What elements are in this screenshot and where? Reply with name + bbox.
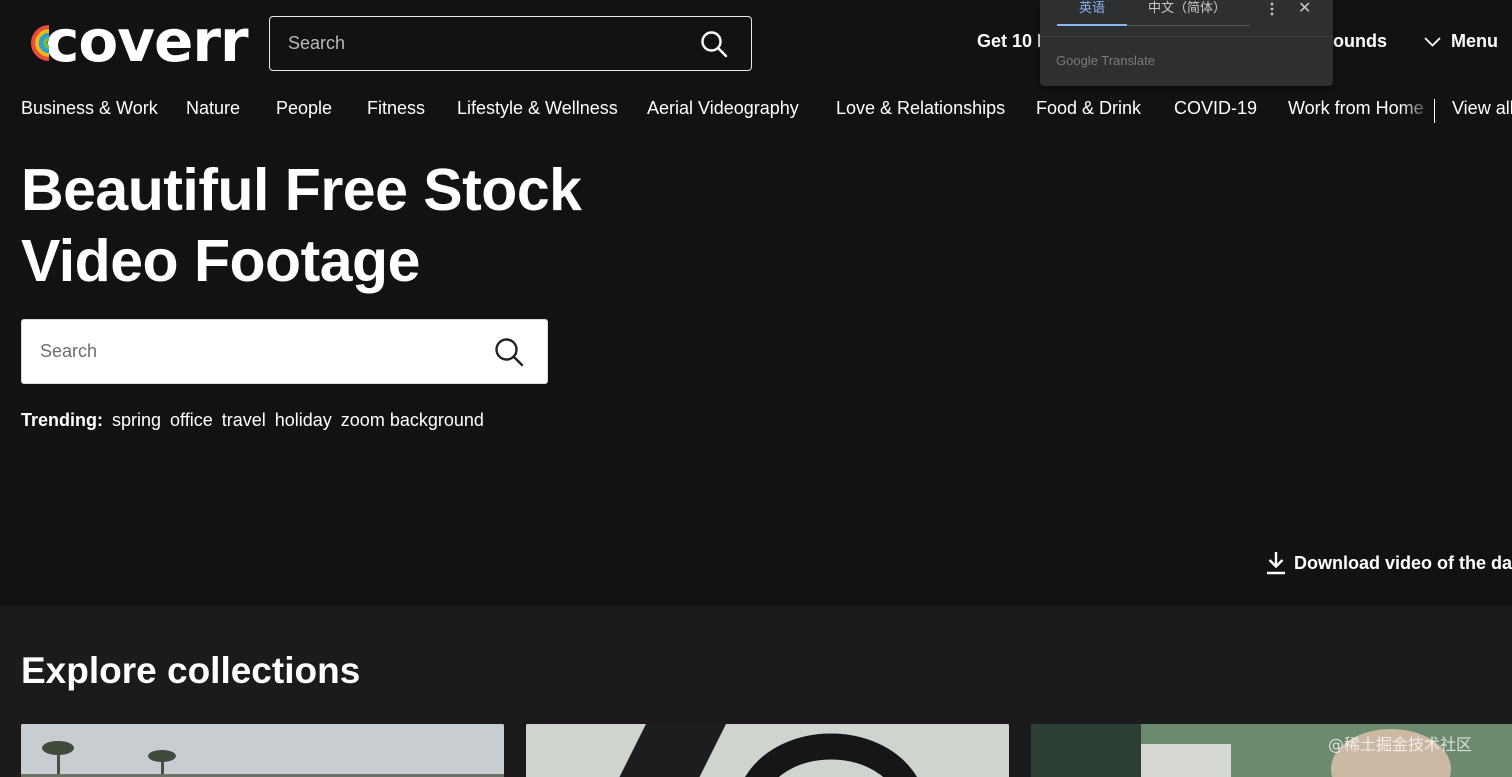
logo-text: coverr xyxy=(45,7,249,75)
header-search-box xyxy=(269,16,752,71)
close-icon[interactable]: ✕ xyxy=(1298,0,1311,18)
collection-card[interactable] xyxy=(21,724,504,777)
google-translate-popup: 英语 中文（简体） ✕ Google Translate xyxy=(1040,0,1333,86)
category-nav: Business & Work Nature People Fitness Li… xyxy=(0,96,1512,124)
hero-title: Beautiful Free Stock Video Footage xyxy=(21,155,621,297)
nav-item-aerial-videography[interactable]: Aerial Videography xyxy=(647,98,799,119)
nav-item-lifestyle-wellness[interactable]: Lifestyle & Wellness xyxy=(457,98,618,119)
nav-item-people[interactable]: People xyxy=(276,98,332,119)
chevron-down-icon xyxy=(1424,36,1441,47)
translate-brand: Google Translate xyxy=(1056,53,1156,68)
watermark: @稀土掘金技术社区 xyxy=(1328,735,1473,754)
download-label: Download video of the day xyxy=(1294,552,1512,573)
trending-tag-zoom-background[interactable]: zoom background xyxy=(341,410,484,431)
logo-stripes-icon xyxy=(21,21,50,61)
menu-button[interactable]: Menu xyxy=(1424,31,1498,52)
nav-item-fitness[interactable]: Fitness xyxy=(367,98,425,119)
search-icon[interactable] xyxy=(699,29,729,59)
trending-label: Trending: xyxy=(21,410,103,430)
translate-tab-divider xyxy=(1127,25,1250,26)
collection-thumbnail-palms xyxy=(21,724,504,777)
trending-tag-travel[interactable]: travel xyxy=(222,410,266,431)
nav-divider xyxy=(1434,99,1435,123)
collections-title: Explore collections xyxy=(21,650,361,691)
trending-tag-office[interactable]: office xyxy=(170,410,213,431)
nav-item-nature[interactable]: Nature xyxy=(186,98,240,119)
translate-tab-source[interactable]: 英语 xyxy=(1057,0,1127,26)
nav-view-all[interactable]: View all xyxy=(1452,98,1512,119)
header-search-input[interactable] xyxy=(288,17,688,70)
coverr-logo[interactable]: coverr xyxy=(21,7,249,75)
more-vert-icon[interactable] xyxy=(1265,0,1279,18)
download-icon xyxy=(1267,552,1285,575)
collection-thumbnail-steering xyxy=(526,724,1009,777)
collection-card[interactable] xyxy=(526,724,1009,777)
trending-tag-holiday[interactable]: holiday xyxy=(275,410,332,431)
hero-title-line2: Video Footage xyxy=(21,228,420,294)
header-link-partial-right[interactable]: ounds xyxy=(1333,31,1387,52)
nav-fade xyxy=(1400,96,1434,124)
search-icon[interactable] xyxy=(493,336,525,368)
hero-title-line1: Beautiful Free Stock xyxy=(21,157,582,223)
nav-item-covid-19[interactable]: COVID-19 xyxy=(1174,98,1257,119)
translate-tab-target[interactable]: 中文（简体） xyxy=(1148,0,1226,26)
download-video-of-the-day[interactable]: Download video of the day xyxy=(1266,551,1512,575)
translate-separator xyxy=(1040,36,1333,37)
nav-item-food-drink[interactable]: Food & Drink xyxy=(1036,98,1141,119)
nav-item-love-relationships[interactable]: Love & Relationships xyxy=(836,98,1005,119)
nav-item-business-work[interactable]: Business & Work xyxy=(21,98,158,119)
trending-tags: Trending: spring office travel holiday z… xyxy=(21,410,493,431)
trending-tag-spring[interactable]: spring xyxy=(112,410,161,431)
menu-label: Menu xyxy=(1451,31,1498,51)
hero-search-box xyxy=(21,319,548,384)
header-link-partial-left[interactable]: Get 10 F xyxy=(977,31,1048,52)
hero-search-input[interactable] xyxy=(40,320,480,383)
